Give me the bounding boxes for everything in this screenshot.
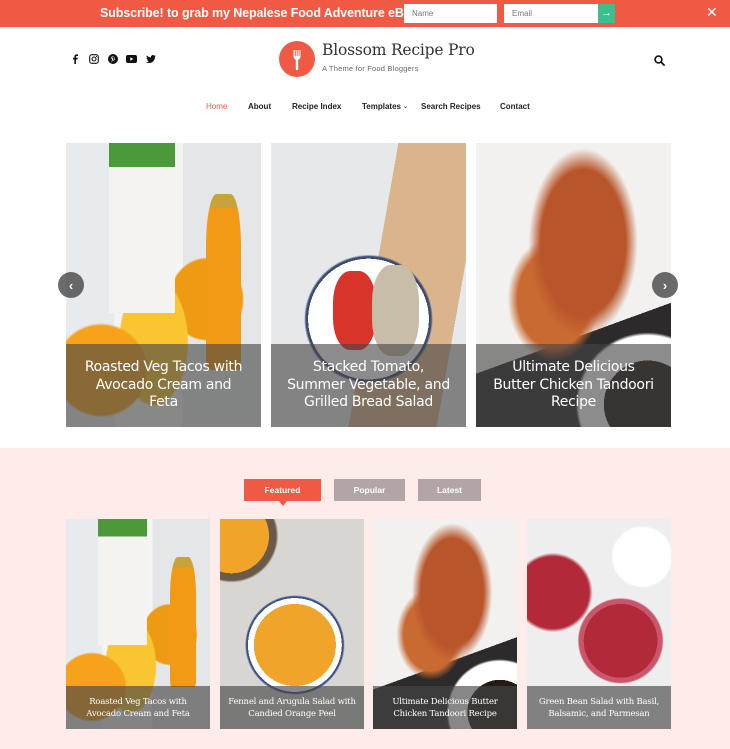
instagram-link[interactable] [84,53,103,65]
post-title[interactable]: Ultimate Delicious Butter Chicken Tandoo… [381,696,509,720]
slide-title[interactable]: Roasted Veg Tacos with Avocado Cream and… [80,359,247,412]
social-links [65,53,160,65]
subscribe-promo-text: Subscribe! to grab my Nepalese Food Adve… [100,6,430,20]
slide-caption: Ultimate Delicious Butter Chicken Tandoo… [476,344,671,427]
subscribe-bar: Subscribe! to grab my Nepalese Food Adve… [0,0,730,27]
nav-item-templates[interactable]: Templates ⌄ [362,102,408,111]
nav-item-home[interactable]: Home [206,102,227,111]
fork-icon [293,50,301,71]
twitter-icon [145,54,156,63]
chevron-down-icon: ⌄ [402,104,409,110]
email-input[interactable] [504,4,598,23]
post-caption: Fennel and Arugula Salad with Candied Or… [220,686,364,729]
chevron-right-icon: › [662,277,668,293]
nav-item-about[interactable]: About [248,102,271,111]
pinterest-link[interactable] [103,53,122,65]
nav-item-templates-label: Templates [362,102,401,111]
post-title[interactable]: Roasted Veg Tacos with Avocado Cream and… [74,696,202,720]
instagram-icon [88,54,99,64]
main-nav: Home About Recipe Index Templates ⌄ Searc… [0,102,730,116]
facebook-link[interactable] [65,53,84,65]
tab-label: Popular [353,485,386,495]
tab-featured[interactable]: Featured [244,479,321,506]
slide-title[interactable]: Stacked Tomato, Summer Vegetable, and Gr… [285,359,452,412]
post-caption: Green Bean Salad with Basil, Balsamic, a… [527,686,671,729]
slider-item[interactable]: Stacked Tomato, Summer Vegetable, and Gr… [271,143,466,427]
slider-next-button[interactable]: › [652,272,678,298]
site-title[interactable]: Blossom Recipe Pro [322,41,475,59]
post-caption: Roasted Veg Tacos with Avocado Cream and… [66,686,210,729]
tab-latest[interactable]: Latest [418,479,481,501]
slide-caption: Roasted Veg Tacos with Avocado Cream and… [66,344,261,427]
facebook-icon [72,54,78,64]
post-title[interactable]: Fennel and Arugula Salad with Candied Or… [228,696,356,720]
post-card[interactable]: Ultimate Delicious Butter Chicken Tandoo… [373,519,517,729]
arrow-right-icon: → [601,7,612,19]
site-logo[interactable] [279,41,315,77]
post-title[interactable]: Green Bean Salad with Basil, Balsamic, a… [535,696,663,720]
post-card[interactable]: Green Bean Salad with Basil, Balsamic, a… [527,519,671,729]
slide-title[interactable]: Ultimate Delicious Butter Chicken Tandoo… [490,359,657,412]
youtube-icon [126,55,137,63]
search-button[interactable] [654,53,665,71]
nav-item-recipe-index[interactable]: Recipe Index [292,102,341,111]
site-tagline: A Theme for Food Bloggers [322,64,419,73]
slider-item[interactable]: Ultimate Delicious Butter Chicken Tandoo… [476,143,671,427]
chevron-left-icon: ‹ [68,277,74,293]
youtube-link[interactable] [122,53,141,65]
close-icon: ✕ [706,4,718,20]
slider-item[interactable]: Roasted Veg Tacos with Avocado Cream and… [66,143,261,427]
subscribe-submit-button[interactable]: → [598,4,615,23]
name-input[interactable] [404,4,497,23]
nav-item-search-recipes[interactable]: Search Recipes [421,102,481,111]
nav-item-contact[interactable]: Contact [500,102,530,111]
slider-prev-button[interactable]: ‹ [58,272,84,298]
post-card[interactable]: Roasted Veg Tacos with Avocado Cream and… [66,519,210,729]
close-bar-button[interactable]: ✕ [706,5,718,19]
pinterest-icon [107,54,118,64]
tab-label: Latest [436,485,463,495]
twitter-link[interactable] [141,53,160,65]
tab-label: Featured [264,485,301,495]
search-icon [654,55,665,66]
slide-caption: Stacked Tomato, Summer Vegetable, and Gr… [271,344,466,427]
post-caption: Ultimate Delicious Butter Chicken Tandoo… [373,686,517,729]
tab-popular[interactable]: Popular [334,479,405,501]
post-card[interactable]: Fennel and Arugula Salad with Candied Or… [220,519,364,729]
